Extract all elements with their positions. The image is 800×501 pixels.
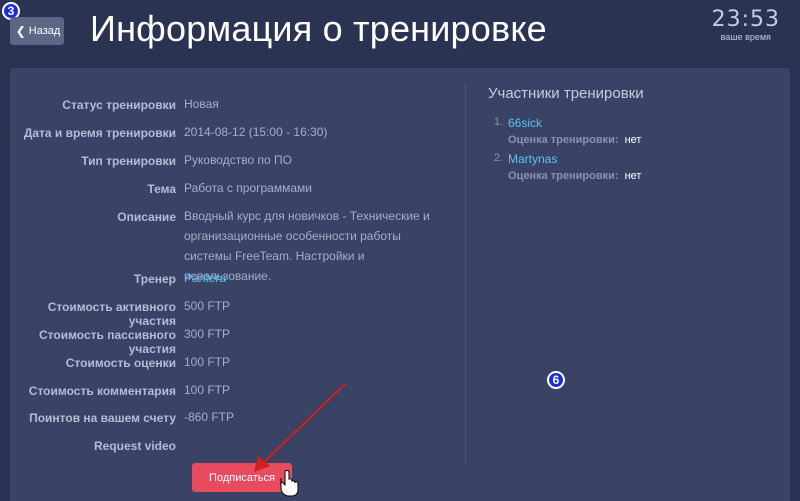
info-label: Стоимость комментария bbox=[28, 384, 176, 398]
info-row-points: Поинтов на вашем счету -860 FTP bbox=[10, 410, 450, 427]
participant-rating-value: нет bbox=[624, 170, 642, 182]
info-row-type: Тип тренировки Руководство по ПО bbox=[10, 153, 450, 170]
info-row-datetime: Дата и время тренировки 2014-08-12 (15:0… bbox=[10, 125, 450, 142]
info-label: Тренер bbox=[133, 272, 176, 286]
chevron-left-icon: ❮ bbox=[15, 24, 26, 38]
annotation-badge-6: 6 bbox=[547, 371, 565, 389]
info-label: Поинтов на вашем счету bbox=[29, 411, 176, 425]
clock-label: ваше время bbox=[720, 32, 771, 42]
clock-time: 23:53 bbox=[711, 7, 780, 32]
info-label: Тема bbox=[147, 182, 176, 196]
info-value: Новая bbox=[184, 97, 219, 111]
info-row-comment-cost: Стоимость комментария 100 FTP bbox=[10, 383, 450, 400]
page-title: Информация о тренировке bbox=[90, 8, 547, 49]
info-label: Стоимость оценки bbox=[65, 356, 176, 370]
participant-rating-label: Оценка тренировки: bbox=[508, 170, 619, 182]
back-button-label: Назад bbox=[28, 25, 61, 37]
participant-rating: Оценка тренировки: нет bbox=[508, 170, 641, 182]
info-value: 100 FTP bbox=[184, 355, 231, 369]
trainer-link[interactable]: Pantera bbox=[184, 268, 450, 288]
participant-rating: Оценка тренировки: нет bbox=[508, 134, 641, 146]
info-row-request-video: Request video bbox=[10, 439, 450, 453]
info-value: Работа с программами bbox=[184, 181, 312, 195]
info-value bbox=[184, 435, 450, 453]
column-divider bbox=[465, 84, 466, 464]
participants-title: Участники тренировки bbox=[488, 85, 644, 102]
participant-name-link[interactable]: Martynas bbox=[508, 152, 557, 166]
subscribe-button[interactable]: Подписаться bbox=[192, 463, 292, 492]
training-info-panel: Статус тренировки Новая Дата и время тре… bbox=[10, 68, 790, 501]
info-label: Стоимость активного участия bbox=[47, 300, 176, 328]
info-label: Request video bbox=[93, 439, 176, 453]
info-row-rating-cost: Стоимость оценки 100 FTP bbox=[10, 355, 450, 372]
participant-name-link[interactable]: 66sick bbox=[508, 116, 542, 130]
info-value: -860 FTP bbox=[184, 410, 235, 424]
info-label: Дата и время тренировки bbox=[23, 126, 176, 140]
info-label: Статус тренировки bbox=[62, 98, 176, 112]
participant-rating-label: Оценка тренировки: bbox=[508, 134, 619, 146]
info-value: Руководство по ПО bbox=[184, 153, 292, 167]
info-label: Тип тренировки bbox=[81, 154, 176, 168]
info-row-topic: Тема Работа с программами bbox=[10, 181, 450, 198]
info-row-trainer: Тренер Pantera bbox=[10, 271, 450, 288]
participant-number: 2. bbox=[494, 152, 504, 164]
info-label: Стоимость пассивного участия bbox=[38, 328, 176, 356]
participant-rating-value: нет bbox=[624, 134, 642, 146]
info-value: 100 FTP bbox=[184, 383, 231, 397]
clock: 23:53 ваше время bbox=[711, 7, 780, 43]
info-value: 2014-08-12 (15:00 - 16:30) bbox=[184, 125, 328, 139]
back-button[interactable]: ❮ Назад bbox=[10, 17, 64, 45]
participant-number: 1. bbox=[494, 116, 504, 128]
info-row-status: Статус тренировки Новая bbox=[10, 97, 450, 114]
